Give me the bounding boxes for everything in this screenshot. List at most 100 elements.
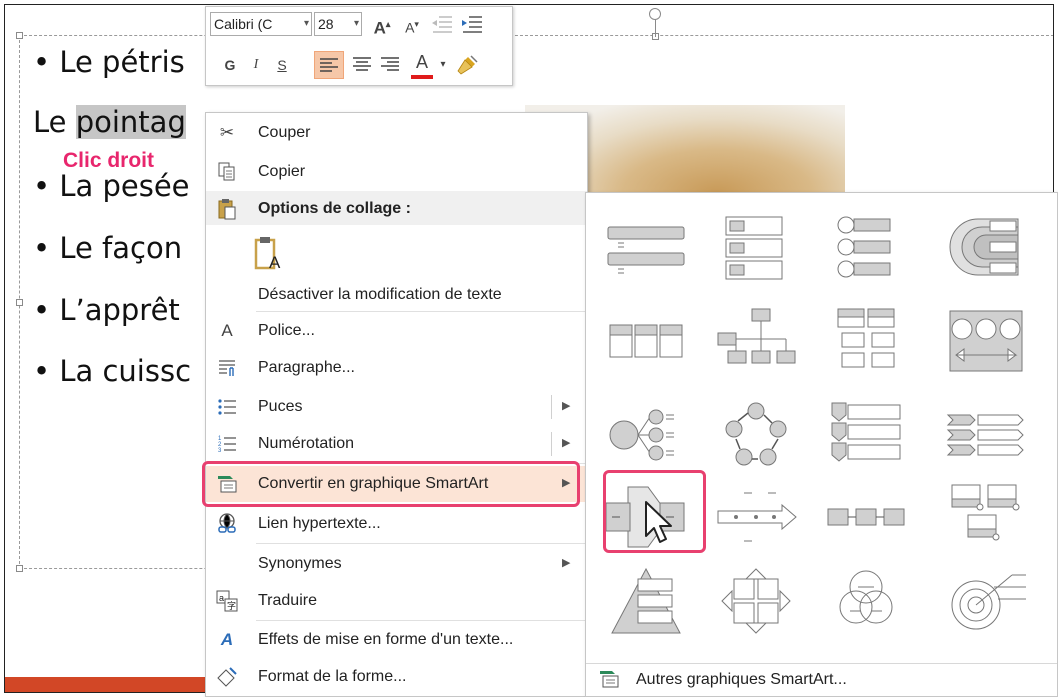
menu-separator	[256, 311, 586, 312]
smartart-horizontal-chevron[interactable]	[938, 399, 1034, 471]
menu-separator	[256, 543, 586, 544]
font-size-value: 28	[318, 16, 334, 32]
chevron-right-icon[interactable]: ▶	[562, 436, 570, 449]
align-left-button[interactable]	[314, 51, 344, 79]
menu-item-paragraphe[interactable]: Paragraphe...	[206, 350, 587, 386]
smartart-hierarchy[interactable]	[708, 305, 804, 377]
chevron-down-icon[interactable]: ▾	[354, 13, 359, 35]
paste-options-row: Options de collage :	[206, 191, 587, 225]
copy-icon	[215, 160, 239, 184]
menu-item-police[interactable]: A Police...	[206, 313, 587, 349]
increase-indent-button[interactable]	[458, 12, 486, 36]
smartart-radial[interactable]	[598, 399, 694, 471]
bullet-line-1[interactable]: • Le pétris	[33, 45, 185, 79]
resize-handle-left[interactable]	[16, 299, 23, 306]
paste-icon	[215, 197, 239, 221]
smartart-basic-process[interactable]	[818, 481, 914, 553]
menu-item-traduire[interactable]: a字 Traduire	[206, 583, 587, 619]
menu-item-label: Numérotation	[258, 435, 355, 452]
shrink-font-icon: A	[405, 19, 415, 36]
smartart-matrix[interactable]	[708, 565, 804, 637]
paragraph-icon	[215, 356, 239, 380]
smartart-cycle[interactable]	[708, 399, 804, 471]
italic-button[interactable]: I	[246, 53, 266, 77]
smartart-vertical-chevron[interactable]	[818, 399, 914, 471]
font-size-box[interactable]: 28 ▾	[314, 12, 362, 36]
bullet-line-4[interactable]: • Le façon	[33, 231, 182, 265]
chevron-right-icon[interactable]: ▶	[562, 556, 570, 569]
chevron-down-icon[interactable]: ▾	[304, 13, 309, 35]
font-color-swatch	[411, 75, 433, 79]
menu-item-label: Traduire	[258, 592, 317, 609]
grow-font-button[interactable]: A▴	[370, 12, 394, 38]
menu-item-synonymes[interactable]: Synonymes ▶	[206, 546, 587, 582]
menu-item-effets-texte[interactable]: A Effets de mise en forme d'un texte...	[206, 622, 587, 658]
menu-item-format-forme[interactable]: Format de la forme...	[206, 659, 587, 695]
menu-item-label: Options de collage :	[258, 200, 411, 217]
smartart-arrow-ribbon[interactable]	[938, 305, 1034, 377]
underline-button[interactable]: S	[272, 53, 292, 77]
align-right-button[interactable]	[378, 53, 402, 77]
chevron-right-icon[interactable]: ▶	[562, 399, 570, 412]
font-color-icon: A	[415, 52, 428, 72]
menu-item-desactiver[interactable]: Désactiver la modification de texte	[206, 277, 587, 313]
smartart-horizontal-bullet-list[interactable]	[598, 305, 694, 377]
menu-separator	[256, 620, 586, 621]
bullet-line-2[interactable]: Le pointag	[33, 105, 186, 139]
smartart-table-hierarchy[interactable]	[818, 305, 914, 377]
bullet-line-5[interactable]: • L’apprêt	[33, 293, 180, 327]
smartart-nested-target[interactable]	[938, 211, 1034, 283]
smartart-picture-list[interactable]	[938, 481, 1034, 553]
mouse-cursor-icon	[645, 501, 672, 543]
font-icon: A	[221, 321, 233, 340]
resize-handle-bottom-left[interactable]	[16, 565, 23, 572]
menu-item-label: Couper	[258, 124, 311, 141]
bullet-line-3[interactable]: • La pesée	[33, 169, 190, 203]
smartart-icon	[598, 669, 620, 694]
font-color-button[interactable]: A	[408, 51, 436, 81]
text-effects-icon: A	[220, 630, 234, 649]
menu-item-label: Format de la forme...	[258, 668, 407, 685]
smartart-circle-list[interactable]	[818, 211, 914, 283]
format-shape-icon	[215, 665, 239, 689]
split-divider	[551, 432, 552, 456]
rotation-handle[interactable]	[649, 8, 661, 20]
menu-item-label: Synonymes	[258, 555, 342, 572]
decrease-indent-icon	[432, 16, 452, 33]
shrink-font-button[interactable]: A▾	[400, 12, 424, 36]
bold-button[interactable]: G	[220, 53, 240, 77]
menu-item-label: Paragraphe...	[258, 359, 355, 376]
bullet-line-6[interactable]: • La cuissc	[33, 354, 191, 388]
menu-item-lien-hypertexte[interactable]: Lien hypertexte...	[206, 506, 587, 542]
paste-keep-text-only-button[interactable]: A	[206, 229, 587, 277]
smartart-vertical-bullet-list[interactable]	[598, 211, 694, 283]
context-menu: ✂ Couper Copier Options de collage : A D…	[205, 112, 588, 697]
numbering-icon: 123	[215, 432, 239, 456]
smartart-target[interactable]	[938, 565, 1034, 637]
increase-indent-icon	[462, 16, 482, 33]
menu-item-label: Police...	[258, 322, 315, 339]
hyperlink-icon	[215, 512, 239, 536]
align-center-button[interactable]	[350, 53, 374, 77]
font-name-box[interactable]: Calibri (C ▾	[210, 12, 312, 36]
menu-item-numerotation[interactable]: 123 Numérotation ▶	[206, 426, 587, 462]
selected-word[interactable]: pointag	[75, 105, 186, 139]
format-painter-button[interactable]	[454, 53, 480, 77]
svg-text:字: 字	[227, 600, 236, 612]
smartart-stacked-list[interactable]	[708, 211, 804, 283]
menu-item-couper[interactable]: ✂ Couper	[206, 115, 587, 151]
resize-handle-top-left[interactable]	[16, 32, 23, 39]
paste-text-only-icon: A	[252, 235, 284, 272]
menu-item-copier[interactable]: Copier	[206, 154, 587, 190]
translate-icon: a字	[215, 589, 239, 613]
smartart-venn[interactable]	[818, 565, 914, 637]
menu-item-puces[interactable]: Puces ▶	[206, 389, 587, 425]
decrease-indent-button[interactable]	[428, 12, 456, 36]
more-smartart-button[interactable]: Autres graphiques SmartArt...	[586, 663, 1057, 697]
smartart-pyramid-list[interactable]	[598, 565, 694, 637]
smartart-timeline[interactable]	[708, 481, 804, 553]
grow-font-icon: A	[373, 18, 386, 38]
chevron-down-icon[interactable]: ▾	[438, 53, 448, 77]
menu-item-label: Lien hypertexte...	[258, 515, 381, 532]
menu-item-label: Désactiver la modification de texte	[258, 286, 502, 303]
